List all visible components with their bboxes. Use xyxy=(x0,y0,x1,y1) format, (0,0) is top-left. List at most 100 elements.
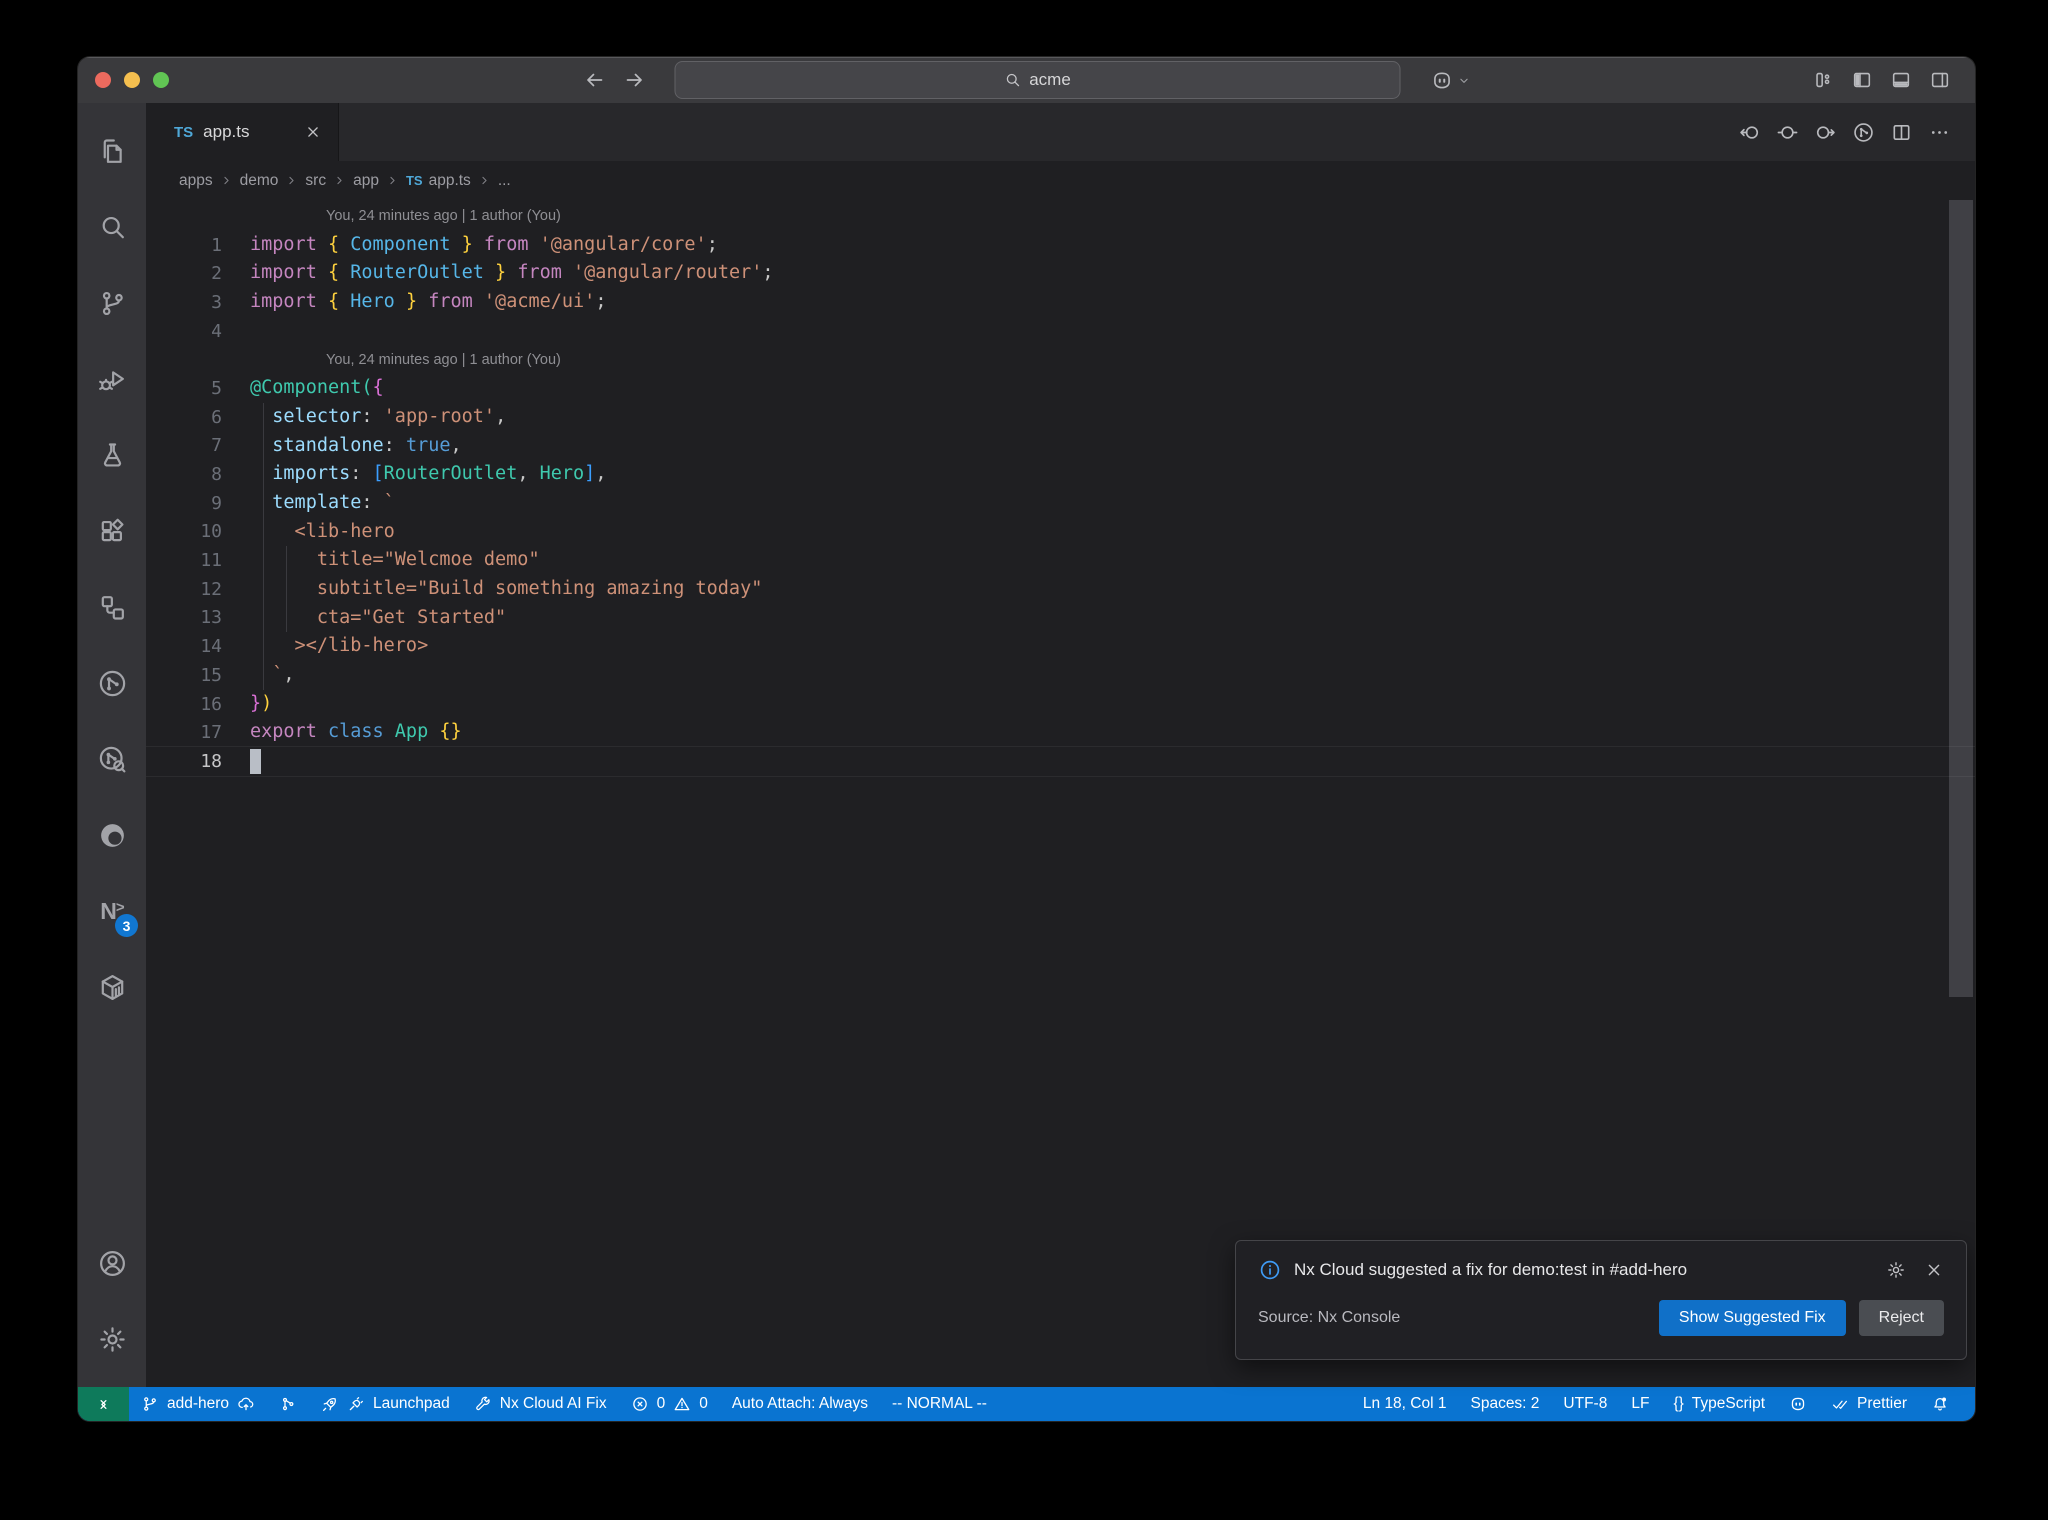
code-line-12[interactable]: 12 subtitle="Build something amazing tod… xyxy=(146,575,1975,604)
line-number: 7 xyxy=(211,435,222,457)
status-item-language[interactable]: {} TypeScript xyxy=(1661,1387,1777,1421)
status-item-nx-cloud-ai-fix[interactable]: Nx Cloud AI Fix xyxy=(462,1387,619,1421)
activity-item-commit-graph-search[interactable] xyxy=(88,731,136,787)
activity-item-container[interactable] xyxy=(88,959,136,1015)
commit-graph-search-icon xyxy=(97,744,128,775)
show-suggested-fix-button[interactable]: Show Suggested Fix xyxy=(1658,1300,1846,1336)
editor-actions xyxy=(1738,103,1975,161)
code-line-9[interactable]: 9 template: ` xyxy=(146,489,1975,518)
activity-item-edge[interactable] xyxy=(88,807,136,863)
status-item-git-graph[interactable] xyxy=(267,1387,309,1421)
status-item-eol[interactable]: LF xyxy=(1619,1387,1661,1421)
code-line-10[interactable]: 10 <lib-hero xyxy=(146,518,1975,547)
activity-item-account[interactable] xyxy=(88,1235,136,1291)
line-number: 1 xyxy=(211,234,222,256)
code-line-6[interactable]: 6 selector: 'app-root', xyxy=(146,403,1975,432)
code-line-5[interactable]: 5 @Component({ xyxy=(146,374,1975,403)
code-line-1[interactable]: 1 import { Component } from '@angular/cor… xyxy=(146,231,1975,260)
activity-item-source-control[interactable] xyxy=(88,275,136,331)
typescript-file-icon: TS xyxy=(174,123,194,141)
status-item-cursor-position[interactable]: Ln 18, Col 1 xyxy=(1351,1387,1459,1421)
chevron-down-icon xyxy=(1456,73,1471,88)
split-editor-icon[interactable] xyxy=(1890,121,1913,144)
status-item-launchpad[interactable]: Launchpad xyxy=(309,1387,462,1421)
reject-button[interactable]: Reject xyxy=(1858,1300,1944,1336)
status-item-prettier[interactable]: Prettier xyxy=(1819,1387,1919,1421)
breadcrumb-item-appts[interactable]: TS app.ts xyxy=(406,172,471,190)
warning-icon xyxy=(673,1395,691,1413)
breadcrumb-item-[interactable]: ... xyxy=(498,172,511,190)
ellipsis-icon[interactable] xyxy=(1928,121,1951,144)
code-line-17[interactable]: 17 export class App {} xyxy=(146,718,1975,747)
breadcrumb-label: ... xyxy=(497,171,511,189)
codelens-annotation[interactable]: You, 24 minutes ago | 1 author (You) xyxy=(326,208,561,224)
layout-panel-icon[interactable] xyxy=(1890,69,1912,91)
close-tab-icon[interactable] xyxy=(304,123,322,141)
info-icon xyxy=(1258,1258,1282,1282)
code-line-18[interactable]: 18 xyxy=(146,747,1975,776)
activity-item-commit-graph[interactable] xyxy=(88,655,136,711)
status-item-branch[interactable]: add-hero xyxy=(129,1387,267,1421)
code-line-11[interactable]: 11 title="Welcmoe demo" xyxy=(146,546,1975,575)
nav-forward-icon[interactable] xyxy=(622,68,646,92)
breadcrumb-item-src[interactable]: src xyxy=(305,172,326,190)
code-line-8[interactable]: 8 imports: [RouterOutlet, Hero], xyxy=(146,460,1975,489)
layout-sidebar-right-icon[interactable] xyxy=(1929,69,1951,91)
titlebar: acme xyxy=(78,57,1975,103)
notification-close-icon[interactable] xyxy=(1924,1260,1944,1280)
code-line-14[interactable]: 14 ></lib-hero> xyxy=(146,632,1975,661)
activity-item-search[interactable] xyxy=(88,199,136,255)
activity-item-extensions[interactable] xyxy=(88,503,136,559)
copilot-icon xyxy=(1789,1395,1807,1413)
hierarchy-icon xyxy=(97,592,128,623)
circle-dash-icon[interactable] xyxy=(1776,121,1799,144)
status-item-auto-attach[interactable]: Auto Attach: Always xyxy=(720,1387,880,1421)
tab-app-ts[interactable]: TS app.ts xyxy=(146,103,339,161)
activity-item-beaker[interactable] xyxy=(88,427,136,483)
line-number: 2 xyxy=(211,263,222,285)
close-window-button[interactable] xyxy=(95,72,111,88)
error-icon xyxy=(631,1395,649,1413)
typescript-file-icon: TS xyxy=(405,173,423,188)
breadcrumb-item-app[interactable]: app xyxy=(353,172,379,190)
customize-layout-icon[interactable] xyxy=(1812,69,1834,91)
status-item-vim-mode[interactable]: -- NORMAL -- xyxy=(880,1387,999,1421)
git-branch-icon xyxy=(141,1395,159,1413)
code-line-3[interactable]: 3 import { Hero } from '@acme/ui'; xyxy=(146,288,1975,317)
nav-back-icon[interactable] xyxy=(582,68,606,92)
breadcrumb-item-apps[interactable]: apps xyxy=(179,172,213,190)
status-item-problems[interactable]: 00 xyxy=(619,1387,720,1421)
extensions-icon xyxy=(97,516,128,547)
code-line-4[interactable]: 4 xyxy=(146,317,1975,346)
notification-settings-gear-icon[interactable] xyxy=(1886,1260,1906,1280)
nx-badge: 3 xyxy=(115,914,138,937)
minimize-window-button[interactable] xyxy=(124,72,140,88)
remote-indicator[interactable] xyxy=(78,1387,129,1421)
breadcrumb-item-demo[interactable]: demo xyxy=(240,172,279,190)
code-line-15[interactable]: 15 `, xyxy=(146,661,1975,690)
zoom-window-button[interactable] xyxy=(153,72,169,88)
codelens-annotation[interactable]: You, 24 minutes ago | 1 author (You) xyxy=(326,352,561,368)
activity-item-run-debug[interactable] xyxy=(88,351,136,407)
status-item-notifications[interactable] xyxy=(1919,1387,1961,1421)
status-item-indentation[interactable]: Spaces: 2 xyxy=(1458,1387,1551,1421)
activity-item-hierarchy[interactable] xyxy=(88,579,136,635)
code-line-7[interactable]: 7 standalone: true, xyxy=(146,432,1975,461)
command-center-search[interactable]: acme xyxy=(674,61,1400,99)
activity-item-files[interactable] xyxy=(88,123,136,179)
nav-back-circle-icon[interactable] xyxy=(1738,121,1761,144)
code-line-2[interactable]: 2 import { RouterOutlet } from '@angular/… xyxy=(146,259,1975,288)
code-editor[interactable]: You, 24 minutes ago | 1 author (You) 1 imp… xyxy=(146,200,1975,1387)
timeline-circle-icon[interactable] xyxy=(1852,121,1875,144)
code-line-16[interactable]: 16}) xyxy=(146,690,1975,719)
line-number: 10 xyxy=(200,521,222,543)
circle-arrow-right-icon[interactable] xyxy=(1814,121,1837,144)
copilot-menu[interactable] xyxy=(1430,69,1471,92)
status-item-encoding[interactable]: UTF-8 xyxy=(1551,1387,1619,1421)
layout-sidebar-left-icon[interactable] xyxy=(1851,69,1873,91)
code-line-13[interactable]: 13 cta="Get Started" xyxy=(146,604,1975,633)
status-item-copilot[interactable] xyxy=(1777,1387,1819,1421)
activity-item-nx[interactable]: N >3 xyxy=(88,883,138,939)
plug-icon xyxy=(347,1395,365,1413)
activity-item-gear[interactable] xyxy=(88,1311,136,1367)
